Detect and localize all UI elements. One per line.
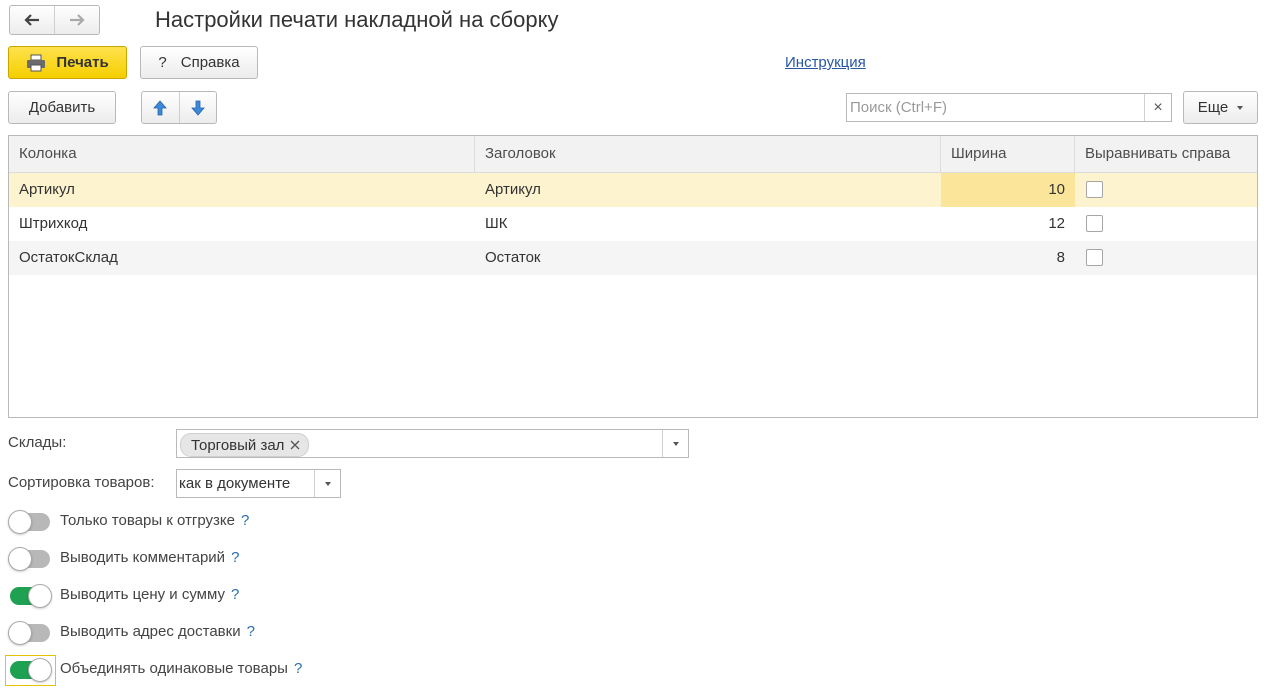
toggle-text: Выводить цену и сумму bbox=[60, 586, 225, 603]
clear-search-button[interactable]: × bbox=[1144, 94, 1171, 121]
arrow-right-icon bbox=[70, 14, 85, 26]
header-column[interactable]: Колонка bbox=[9, 136, 475, 172]
warehouses-label: Склады: bbox=[8, 434, 67, 451]
toggle-show-price[interactable] bbox=[10, 584, 52, 608]
table-row[interactable]: Артикул Артикул 10 bbox=[9, 173, 1257, 207]
cell-column: ОстатокСклад bbox=[19, 249, 118, 266]
cell-title: Остаток bbox=[485, 249, 541, 266]
add-button[interactable]: Добавить bbox=[8, 91, 116, 124]
cell-width[interactable]: 10 bbox=[941, 173, 1075, 207]
move-down-button[interactable] bbox=[178, 92, 217, 123]
sort-label: Сортировка товаров: bbox=[8, 474, 155, 491]
align-right-checkbox[interactable] bbox=[1086, 249, 1103, 266]
question-icon: ? bbox=[158, 54, 167, 71]
back-button[interactable] bbox=[10, 6, 54, 34]
cell-column: Артикул bbox=[19, 181, 75, 198]
warehouse-chip: Торговый зал bbox=[180, 433, 310, 457]
warehouses-dropdown-button[interactable] bbox=[662, 430, 688, 457]
cell-column: Штрихкод bbox=[19, 215, 88, 232]
arrow-down-icon bbox=[190, 100, 205, 116]
toggle-label: Выводить адрес доставки? bbox=[60, 623, 255, 640]
arrow-up-icon bbox=[153, 99, 168, 115]
cell-title: ШК bbox=[485, 215, 508, 232]
search-input[interactable] bbox=[847, 94, 1144, 121]
toggle-show-comment[interactable] bbox=[8, 547, 50, 571]
sort-dropdown-button[interactable] bbox=[314, 470, 340, 497]
toggle-label: Выводить цену и сумму? bbox=[60, 586, 239, 603]
toggle-text: Только товары к отгрузке bbox=[60, 512, 235, 529]
sort-value: как в документе bbox=[179, 475, 291, 492]
table-header: Колонка Заголовок Ширина Выравнивать спр… bbox=[9, 136, 1257, 173]
columns-table: Колонка Заголовок Ширина Выравнивать спр… bbox=[8, 135, 1258, 418]
toggle-text: Объединять одинаковые товары bbox=[60, 660, 288, 677]
warehouses-field[interactable]: Торговый зал bbox=[176, 429, 689, 458]
help-question-icon[interactable]: ? bbox=[231, 549, 239, 566]
toggle-label: Выводить комментарий? bbox=[60, 549, 239, 566]
arrow-left-icon bbox=[24, 14, 39, 26]
toggle-text: Выводить адрес доставки bbox=[60, 623, 241, 640]
instruction-link[interactable]: Инструкция bbox=[785, 54, 866, 71]
more-label: Еще bbox=[1197, 99, 1229, 116]
help-question-icon[interactable]: ? bbox=[231, 586, 239, 603]
toggle-knob bbox=[8, 621, 32, 645]
header-align-right[interactable]: Выравнивать справа bbox=[1075, 136, 1257, 172]
page-title: Настройки печати накладной на сборку bbox=[155, 7, 559, 32]
toggle-text: Выводить комментарий bbox=[60, 549, 226, 566]
chevron-down-icon bbox=[672, 441, 679, 446]
forward-button[interactable] bbox=[54, 6, 99, 34]
move-up-button[interactable] bbox=[142, 92, 179, 123]
align-right-checkbox[interactable] bbox=[1086, 181, 1103, 198]
search-field: × bbox=[846, 93, 1172, 122]
toggle-knob bbox=[28, 658, 52, 682]
warehouse-chip-label: Торговый зал bbox=[191, 436, 285, 454]
toggle-only-shipment[interactable] bbox=[8, 510, 50, 534]
help-button[interactable]: ? Справка bbox=[140, 46, 258, 79]
navigation-buttons bbox=[9, 5, 100, 35]
toggle-show-address[interactable] bbox=[8, 621, 50, 645]
table-row[interactable]: Штрихкод ШК 12 bbox=[9, 207, 1257, 241]
help-question-icon[interactable]: ? bbox=[241, 512, 249, 529]
toggle-label: Только товары к отгрузке? bbox=[60, 512, 249, 529]
printer-icon bbox=[27, 54, 46, 71]
sort-select[interactable]: как в документе bbox=[176, 469, 341, 498]
header-width[interactable]: Ширина bbox=[941, 136, 1075, 172]
toggle-merge-items[interactable] bbox=[10, 658, 52, 682]
toggle-knob bbox=[8, 510, 32, 534]
cell-width[interactable]: 12 bbox=[941, 207, 1075, 241]
chevron-down-icon bbox=[324, 481, 331, 486]
move-buttons bbox=[141, 91, 217, 124]
table-row[interactable]: ОстатокСклад Остаток 8 bbox=[9, 241, 1257, 275]
chevron-down-icon bbox=[1237, 105, 1244, 110]
help-question-icon[interactable]: ? bbox=[247, 623, 255, 640]
help-label: Справка bbox=[180, 54, 240, 71]
help-question-icon[interactable]: ? bbox=[294, 660, 302, 677]
toggle-knob bbox=[28, 584, 52, 608]
toggle-label: Объединять одинаковые товары? bbox=[60, 660, 302, 677]
close-icon[interactable] bbox=[290, 440, 300, 450]
toggle-knob bbox=[8, 547, 32, 571]
print-label: Печать bbox=[56, 54, 109, 71]
cell-title: Артикул bbox=[485, 181, 541, 198]
align-right-checkbox[interactable] bbox=[1086, 215, 1103, 232]
cell-width[interactable]: 8 bbox=[941, 241, 1075, 275]
print-button[interactable]: Печать bbox=[8, 46, 127, 79]
header-title[interactable]: Заголовок bbox=[475, 136, 941, 172]
more-button[interactable]: Еще bbox=[1183, 91, 1258, 124]
